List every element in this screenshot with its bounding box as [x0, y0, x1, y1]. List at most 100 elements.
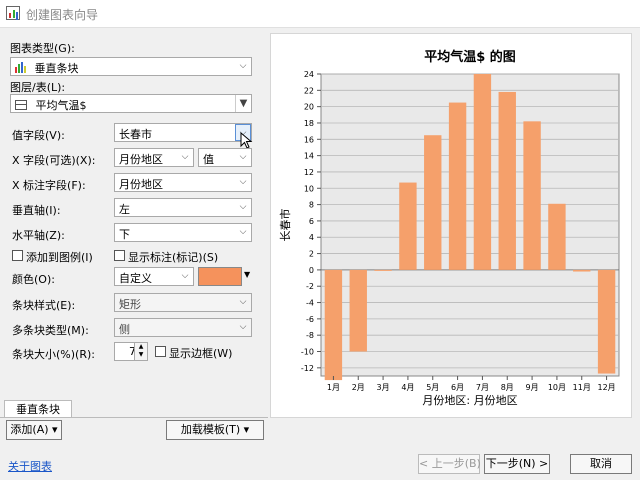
- x-label-field-label: X 标注字段(F):: [12, 179, 86, 192]
- chevron-down-icon: ⌵: [181, 271, 189, 281]
- next-button[interactable]: 下一步(N) >: [484, 454, 550, 474]
- bar-1月: [324, 269, 343, 381]
- x-tick-label: 7月: [476, 383, 489, 392]
- add-to-legend-checkbox[interactable]: [12, 250, 23, 261]
- vertical-axis-label: 垂直轴(I):: [12, 204, 61, 217]
- prev-button[interactable]: < 上一步(B): [418, 454, 481, 474]
- bar-8月: [498, 91, 516, 270]
- y-tick-label: -10: [301, 348, 314, 357]
- x-field-mode-dropdown[interactable]: 值 ⌵: [198, 148, 252, 167]
- chart-type-dropdown[interactable]: 垂直条块 ⌵: [10, 57, 252, 76]
- settings-panel: 图表类型(G): 垂直条块 ⌵ 图层/表(L): 平均气温$ ▼ 值字段(V):…: [0, 28, 262, 400]
- show-labels-label: 显示标注(标记)(S): [128, 251, 219, 264]
- layer-dropdown[interactable]: 平均气温$ ▼: [10, 94, 252, 113]
- bar-10月: [548, 203, 566, 270]
- tab-vertical-bar[interactable]: 垂直条块: [4, 400, 72, 418]
- y-tick-label: 16: [304, 135, 314, 144]
- x-tick-label: 6月: [451, 383, 464, 392]
- y-tick-label: 0: [309, 266, 314, 275]
- x-tick-label: 8月: [501, 383, 514, 392]
- chart-preview-panel: 平均气温$ 的图 -12 -10 -8 -6 -4 -2 0 2 4 6 8 10 12 14 16 18 20 2…: [270, 33, 632, 418]
- show-border-label: 显示边框(W): [169, 347, 233, 360]
- chart-wizard-icon: [6, 6, 20, 20]
- about-chart-link[interactable]: 关于图表: [8, 458, 52, 474]
- x-tick-label: 1月: [327, 383, 340, 392]
- y-tick-label: 18: [304, 119, 314, 128]
- down-arrow-icon[interactable]: ▼: [135, 351, 147, 359]
- bar-size-label: 条块大小(%)(R):: [12, 348, 95, 361]
- x-field-dropdown[interactable]: 月份地区 ⌵: [114, 148, 194, 167]
- window-title: 创建图表向导: [26, 8, 99, 22]
- y-tick-label: 12: [304, 168, 314, 177]
- vertical-axis-dropdown[interactable]: 左 ⌵: [114, 198, 252, 217]
- x-label-field-dropdown[interactable]: 月份地区 ⌵: [114, 173, 252, 192]
- x-field-mode-value: 值: [203, 153, 214, 166]
- bar-chart: 平均气温$ 的图-12-10-8-6-4-2024681012141618202…: [278, 49, 620, 407]
- table-icon: [15, 100, 27, 110]
- x-tick-label: 9月: [526, 383, 539, 392]
- bar-12月: [597, 269, 616, 374]
- y-tick-label: -6: [306, 315, 314, 324]
- bar-chart-icon: [15, 62, 27, 73]
- x-field-label: X 字段(可选)(X):: [12, 154, 96, 167]
- bar-11月: [573, 269, 591, 272]
- y-tick-label: 10: [304, 184, 314, 193]
- horizontal-axis-dropdown[interactable]: 下 ⌵: [114, 223, 252, 242]
- chevron-down-icon: ⌵: [239, 227, 247, 237]
- bar-9月: [523, 121, 541, 270]
- horizontal-axis-label: 水平轴(Z):: [12, 229, 65, 242]
- chevron-down-icon: ⌵: [239, 202, 247, 212]
- chevron-down-icon: ⌵: [239, 297, 247, 307]
- bar-size-spinner[interactable]: ▲ ▼: [134, 342, 148, 361]
- load-template-button[interactable]: 加载模板(T) ▾: [166, 420, 264, 440]
- color-mode-value: 自定义: [119, 272, 152, 285]
- cancel-button[interactable]: 取消: [570, 454, 632, 474]
- bar-3月: [374, 269, 392, 271]
- chevron-down-icon: ⌵: [239, 152, 247, 162]
- chevron-down-icon: ⌵: [239, 177, 247, 187]
- y-tick-label: 14: [304, 152, 314, 161]
- chevron-down-icon: ⌵: [181, 152, 189, 162]
- value-field-label: 值字段(V):: [12, 129, 65, 142]
- multi-bar-type-dropdown[interactable]: 侧 ⌵: [114, 318, 252, 337]
- x-tick-label: 4月: [401, 383, 414, 392]
- value-field-dropdown[interactable]: 长春市 ⌵: [114, 123, 252, 142]
- chart-type-label: 图表类型(G):: [10, 42, 75, 55]
- multi-bar-type-value: 侧: [119, 323, 130, 336]
- x-tick-label: 10月: [548, 383, 566, 392]
- y-tick-label: -12: [301, 364, 314, 373]
- show-border-checkbox[interactable]: [155, 346, 166, 357]
- x-tick-label: 11月: [573, 383, 591, 392]
- show-labels-checkbox[interactable]: [114, 250, 125, 261]
- y-tick-label: 6: [309, 217, 314, 226]
- chevron-down-icon: ⌵: [239, 61, 247, 71]
- color-mode-dropdown[interactable]: 自定义 ⌵: [114, 267, 194, 286]
- bar-style-value: 矩形: [119, 298, 141, 311]
- bar-4月: [399, 182, 417, 270]
- bar-style-label: 条块样式(E):: [12, 299, 76, 312]
- caret-down-icon[interactable]: ▼: [244, 270, 250, 279]
- tab-divider: [0, 417, 268, 418]
- bar-2月: [349, 269, 367, 352]
- bar-5月: [424, 135, 442, 270]
- add-button[interactable]: 添加(A) ▾: [6, 420, 62, 440]
- chart-type-value: 垂直条块: [34, 62, 79, 75]
- layer-value: 平均气温$: [35, 99, 87, 112]
- value-field-value: 长春市: [119, 128, 152, 141]
- bar-7月: [473, 74, 492, 270]
- x-axis-label: 月份地区: 月份地区: [422, 394, 517, 407]
- y-tick-label: 22: [304, 86, 314, 95]
- title-bar: 创建图表向导: [0, 0, 640, 28]
- bar-style-dropdown[interactable]: 矩形 ⌵: [114, 293, 252, 312]
- y-tick-label: 20: [304, 103, 314, 112]
- y-tick-label: -2: [306, 282, 314, 291]
- y-tick-label: 8: [309, 201, 314, 210]
- layer-label: 图层/表(L):: [10, 81, 66, 94]
- y-tick-label: 2: [309, 250, 314, 259]
- vertical-axis-value: 左: [119, 203, 130, 216]
- color-swatch-button[interactable]: [198, 267, 242, 286]
- chevron-down-icon: ⌵: [239, 322, 247, 332]
- color-label: 颜色(O):: [12, 273, 55, 286]
- y-tick-label: 4: [309, 233, 314, 242]
- up-arrow-icon[interactable]: ▲: [135, 343, 147, 351]
